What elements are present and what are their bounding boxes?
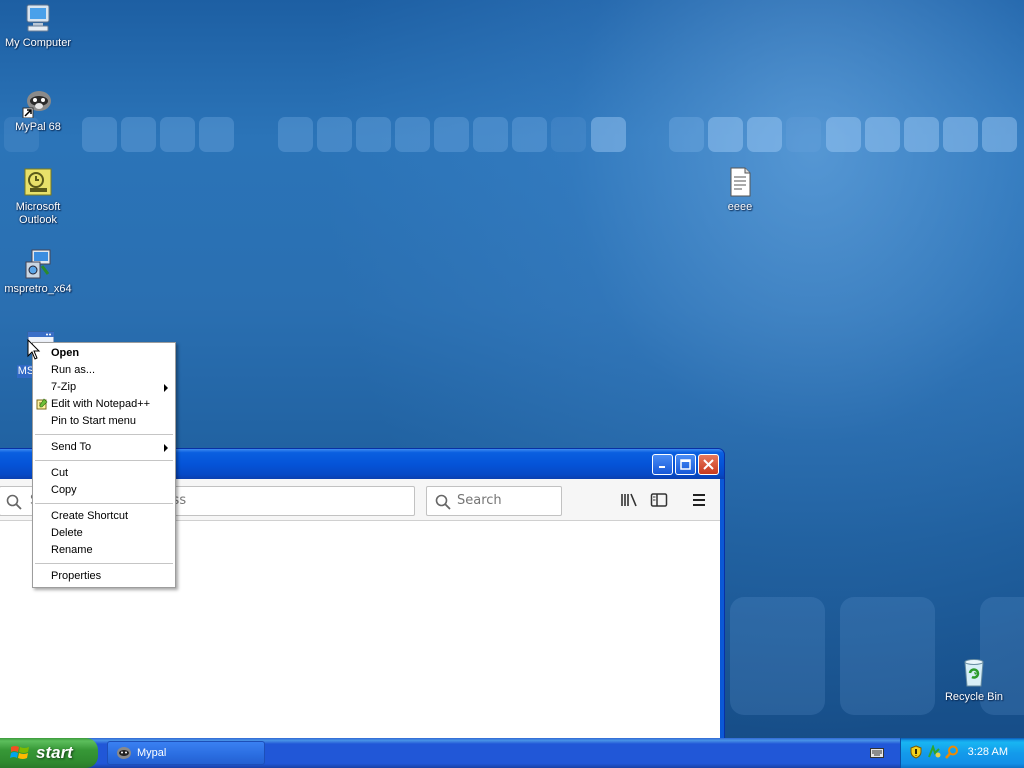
menu-item-edit-notepadpp[interactable]: Edit with Notepad++ (33, 396, 175, 413)
menu-item-copy[interactable]: Copy (33, 482, 175, 499)
mouse-pointer-icon (27, 338, 41, 361)
recycle-bin-icon (958, 656, 990, 688)
desktop-icon-label: MyPal 68 (15, 121, 61, 133)
taskbar: start Mypal 3:28 AM (0, 738, 1024, 768)
start-label: start (36, 743, 73, 762)
close-button[interactable] (698, 454, 719, 475)
desktop-icon-label: eeee (727, 201, 753, 213)
submenu-arrow-icon (164, 384, 168, 392)
mypal-icon (116, 746, 132, 760)
menu-item-properties[interactable]: Properties (33, 568, 175, 585)
desktop-icon-label: Recycle Bin (944, 691, 1004, 703)
menu-separator (35, 434, 173, 435)
start-button[interactable]: start (0, 738, 98, 768)
menu-item-run-as[interactable]: Run as... (33, 362, 175, 379)
menu-item-open[interactable]: Open (33, 345, 175, 362)
mypal-icon (22, 86, 54, 119)
outlook-icon (22, 166, 54, 198)
installer-icon (22, 248, 54, 280)
desktop-icon-mspretro[interactable]: mspretro_x64 (0, 248, 76, 296)
context-menu: Open Run as... 7-Zip Edit with Notepad++… (32, 342, 176, 588)
menu-item-rename[interactable]: Rename (33, 542, 175, 559)
desktop-icon-eeee[interactable]: eeee (702, 166, 778, 214)
taskbar-button-label: Mypal (137, 747, 167, 759)
text-file-icon (724, 166, 756, 198)
desktop-icon-mypal[interactable]: MyPal 68 (0, 86, 76, 134)
my-computer-icon (22, 2, 54, 34)
search-tray-icon[interactable] (945, 745, 959, 759)
menu-separator (35, 563, 173, 564)
desktop-icon-recycle-bin[interactable]: Recycle Bin (936, 656, 1012, 704)
menu-item-pin-start[interactable]: Pin to Start menu (33, 413, 175, 430)
notepadpp-icon (36, 398, 48, 410)
menu-separator (35, 503, 173, 504)
menu-item-delete[interactable]: Delete (33, 525, 175, 542)
menu-separator (35, 460, 173, 461)
minimize-button[interactable] (652, 454, 673, 475)
keyboard-icon[interactable] (870, 748, 884, 758)
desktop-icon-label: Microsoft Outlook (15, 201, 61, 226)
search-icon (435, 494, 451, 513)
taskbar-button-mypal[interactable]: Mypal (107, 741, 265, 765)
search-bar[interactable] (426, 486, 562, 516)
windows-logo-icon (10, 744, 30, 762)
security-shield-icon[interactable] (909, 745, 923, 759)
menu-item-create-shortcut[interactable]: Create Shortcut (33, 508, 175, 525)
wallpaper-tiles (0, 117, 1024, 155)
menu-item-7zip[interactable]: 7-Zip (33, 379, 175, 396)
menu-icon[interactable] (689, 490, 709, 510)
clock[interactable]: 3:28 AM (968, 746, 1008, 758)
desktop-icon-my-computer[interactable]: My Computer (0, 2, 76, 50)
system-tray: 3:28 AM (900, 738, 1024, 768)
menu-item-send-to[interactable]: Send To (33, 439, 175, 456)
search-icon (6, 494, 22, 513)
desktop-icon-label: mspretro_x64 (4, 283, 72, 295)
sidebar-icon[interactable] (649, 490, 669, 510)
library-icon[interactable] (619, 490, 639, 510)
search-input[interactable] (457, 493, 557, 508)
desktop-icon-outlook[interactable]: Microsoft Outlook (0, 166, 76, 227)
submenu-arrow-icon (164, 444, 168, 452)
maximize-button[interactable] (675, 454, 696, 475)
network-icon[interactable] (927, 744, 941, 759)
desktop-icon-label: My Computer (4, 37, 72, 49)
menu-item-cut[interactable]: Cut (33, 465, 175, 482)
